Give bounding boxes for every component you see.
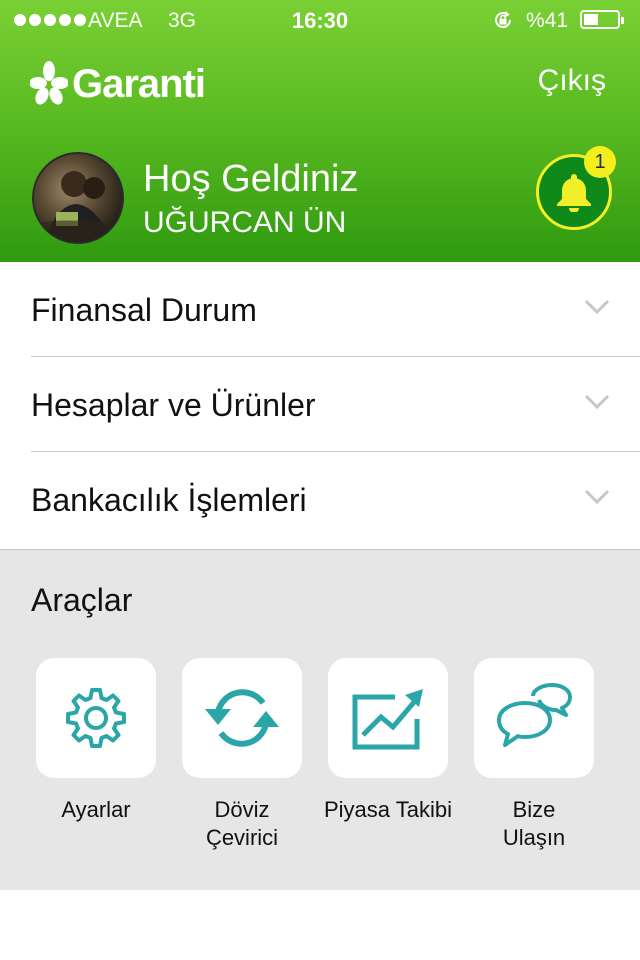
gear-icon: [66, 688, 126, 748]
tool-bize-ulasin[interactable]: Bize Ulaşın: [474, 658, 594, 852]
tool-label: Ayarlar: [61, 797, 131, 822]
tool-label: Döviz Çevirici: [205, 797, 279, 850]
rotation-lock-icon: [495, 11, 512, 29]
menu-item-label: Bankacılık İşlemleri: [31, 482, 307, 518]
user-name: UĞURCAN ÜN: [143, 206, 347, 239]
chevron-down-icon: [584, 299, 610, 315]
clover-logo-icon: [30, 61, 68, 105]
refresh-icon: [205, 689, 279, 747]
battery-percentage: %41: [526, 9, 569, 32]
tool-tile[interactable]: [474, 658, 594, 778]
tool-label: Bize Ulaşın: [502, 797, 566, 850]
bell-icon: [557, 174, 591, 212]
chat-bubbles-icon: [497, 683, 572, 747]
garanti-logo: Garanti: [30, 58, 206, 110]
tool-tile[interactable]: [36, 658, 156, 778]
status-bar: AVEA 3G 16:30 %41: [0, 0, 640, 40]
tool-doviz-cevirici[interactable]: Döviz Çevirici: [182, 658, 302, 852]
tool-tile[interactable]: [182, 658, 302, 778]
avatar[interactable]: [32, 152, 124, 244]
menu-item-bankacilik-islemleri[interactable]: Bankacılık İşlemleri: [0, 452, 640, 547]
menu-item-label: Hesaplar ve Ürünler: [31, 387, 316, 423]
tools-title: Araçlar: [31, 582, 133, 618]
brand-name: Garanti: [72, 61, 206, 106]
battery-icon: [580, 10, 624, 29]
notification-badge: 1: [584, 146, 616, 178]
profile-photo: [34, 171, 122, 242]
tool-ayarlar[interactable]: Ayarlar: [36, 658, 156, 824]
tool-tile[interactable]: [328, 658, 448, 778]
welcome-text: Hoş Geldiniz: [143, 158, 359, 200]
menu-item-hesaplar-ve-urunler[interactable]: Hesaplar ve Ürünler: [0, 357, 640, 452]
tools-section: Araçlar Ayarlar Döviz Çevirici Piyasa Ta…: [0, 549, 640, 890]
menu-item-label: Finansal Durum: [31, 292, 257, 328]
tool-label: Piyasa Takibi: [324, 797, 452, 822]
trend-chart-icon: [352, 689, 423, 750]
tool-piyasa-takibi[interactable]: Piyasa Takibi: [324, 658, 452, 824]
menu-item-finansal-durum[interactable]: Finansal Durum: [0, 262, 640, 357]
chevron-down-icon: [584, 489, 610, 505]
logout-button[interactable]: Çıkış: [538, 64, 606, 98]
chevron-down-icon: [584, 394, 610, 410]
app-header: AVEA 3G 16:30 %41 Garanti Çıkış Hoş Geld…: [0, 0, 640, 262]
main-menu: Finansal Durum Hesaplar ve Ürünler Banka…: [0, 262, 640, 547]
